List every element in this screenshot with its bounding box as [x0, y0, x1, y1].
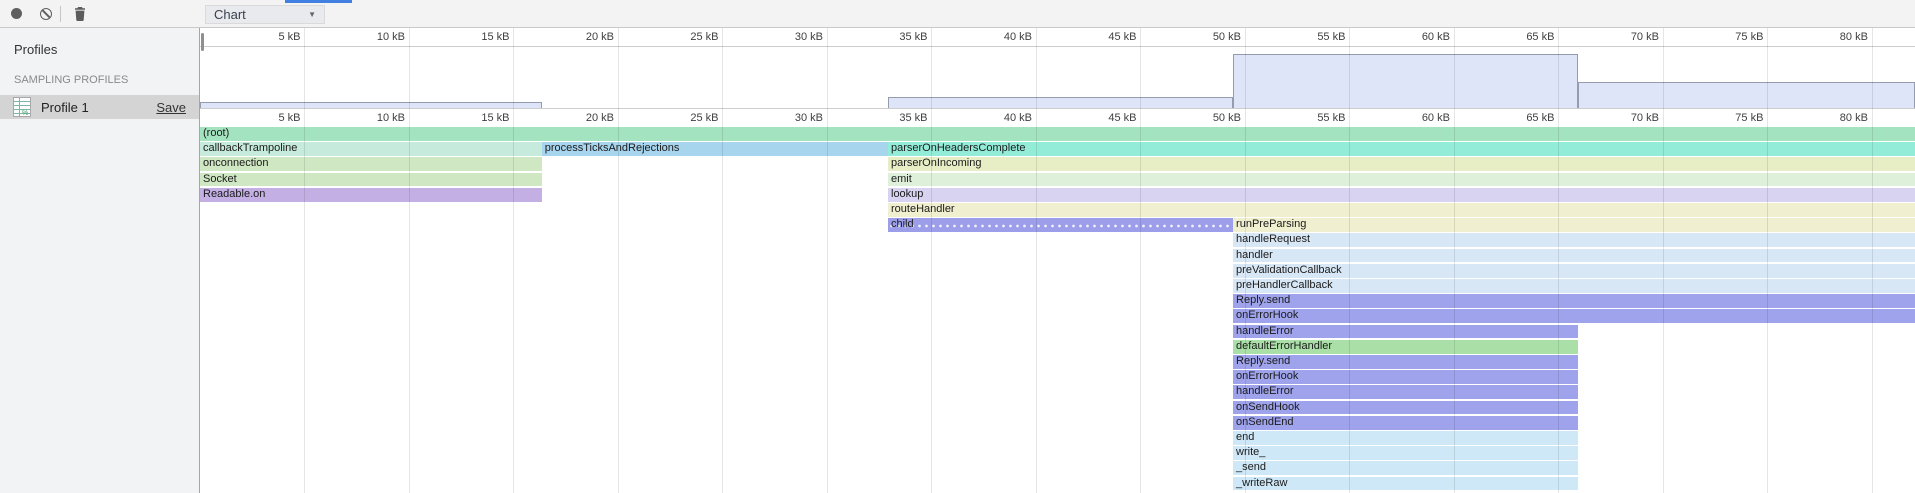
flame-frame[interactable]: parserOnIncoming — [888, 157, 1915, 171]
flame-frame[interactable]: runPreParsing — [1233, 218, 1915, 232]
ruler-tick-label: 50 kB — [1179, 31, 1241, 43]
ruler-tick-label: 70 kB — [1597, 112, 1659, 124]
ruler-tick-label: 45 kB — [1074, 31, 1136, 43]
flame-frame[interactable]: preValidationCallback — [1233, 264, 1915, 278]
ruler-tick-label: 15 kB — [447, 31, 509, 43]
overview-segment[interactable] — [1233, 54, 1578, 108]
flame-frame[interactable]: _writeRaw — [1233, 477, 1578, 491]
profiles-sidebar: Profiles SAMPLING PROFILES % Profile 1 S… — [0, 28, 200, 493]
flame-frame[interactable]: handleError — [1233, 325, 1578, 339]
ruler-tick-label: 40 kB — [970, 31, 1032, 43]
ruler-tick-label: 20 kB — [552, 31, 614, 43]
ruler-tick-label: 65 kB — [1492, 112, 1554, 124]
toolbar: Chart ▼ — [0, 0, 1915, 28]
ruler-tick-label: 70 kB — [1597, 31, 1659, 43]
ruler-tick-label: 30 kB — [761, 112, 823, 124]
flame-frame[interactable]: parserOnHeadersComplete — [888, 142, 1915, 156]
sampling-profiles-section-label: SAMPLING PROFILES — [0, 74, 199, 86]
trash-icon — [74, 7, 86, 21]
flame-frame[interactable]: onErrorHook — [1233, 370, 1578, 384]
flame-frame[interactable]: write_ — [1233, 446, 1578, 460]
ruler-tick-label: 80 kB — [1806, 31, 1868, 43]
bottom-ruler: 5 kB 10 kB 15 kB 20 kB 25 kB 30 kB 35 kB 40 kB 4… — [200, 108, 1915, 127]
sidebar-title: Profiles — [0, 28, 199, 57]
ruler-tick-label: 75 kB — [1701, 112, 1763, 124]
flame-frame[interactable]: child — [888, 218, 1233, 232]
flame-frame[interactable]: Reply.send — [1233, 294, 1915, 308]
flame-frame[interactable]: defaultErrorHandler — [1233, 340, 1578, 354]
ruler-tick-label: 75 kB — [1701, 31, 1763, 43]
flame-frame[interactable]: Socket — [200, 173, 542, 187]
delete-profile-button[interactable] — [68, 0, 92, 27]
top-ruler: 5 kB 10 kB 15 kB 20 kB 25 kB 30 kB 35 kB 40 kB 4… — [200, 28, 1915, 47]
sidebar-item-profile-1[interactable]: % Profile 1 Save — [0, 95, 199, 119]
save-link[interactable]: Save — [156, 100, 186, 115]
tab-accent-line — [285, 0, 352, 3]
chart-view-select[interactable]: Chart ▼ — [205, 5, 325, 24]
flame-frame[interactable]: routeHandler — [888, 203, 1915, 217]
flame-frame[interactable]: preHandlerCallback — [1233, 279, 1915, 293]
ruler-tick-label: 15 kB — [447, 112, 509, 124]
flame-frame[interactable]: onconnection — [200, 157, 542, 171]
ruler-tick-label: 35 kB — [865, 112, 927, 124]
flame-frame[interactable]: _send — [1233, 461, 1578, 475]
ruler-tick-label: 65 kB — [1492, 31, 1554, 43]
flame-frame[interactable]: handler — [1233, 249, 1915, 263]
flame-frame[interactable]: lookup — [888, 188, 1915, 202]
ruler-tick-label: 45 kB — [1074, 112, 1136, 124]
flame-frame[interactable]: onErrorHook — [1233, 309, 1915, 323]
flame-frame[interactable]: Reply.send — [1233, 355, 1578, 369]
ruler-tick-label: 5 kB — [238, 31, 300, 43]
record-icon — [11, 8, 22, 19]
ruler-tick-label: 25 kB — [656, 112, 718, 124]
flame-frame[interactable]: end — [1233, 431, 1578, 445]
memory-overview[interactable] — [200, 47, 1915, 108]
flame-frame[interactable]: handleRequest — [1233, 233, 1915, 247]
flame-frame[interactable]: onSendEnd — [1233, 416, 1578, 430]
svg-text:%: % — [22, 110, 28, 117]
ruler-tick-label: 20 kB — [552, 112, 614, 124]
overview-segment[interactable] — [1578, 82, 1915, 108]
ruler-tick-label: 10 kB — [343, 31, 405, 43]
flame-frame[interactable]: emit — [888, 173, 1915, 187]
flame-frame[interactable]: callbackTrampoline — [200, 142, 542, 156]
clear-button[interactable] — [34, 0, 58, 27]
ruler-tick-label: 35 kB — [865, 31, 927, 43]
flame-frame[interactable]: handleError — [1233, 385, 1578, 399]
ruler-tick-label: 50 kB — [1179, 112, 1241, 124]
profiler-panel: Chart ▼ Profiles SAMPLING PROFILES % Pro… — [0, 0, 1915, 493]
flame-frame[interactable]: (root) — [200, 127, 1915, 141]
chevron-down-icon: ▼ — [308, 10, 316, 19]
ruler-tick-label: 30 kB — [761, 31, 823, 43]
chart-view-select-value: Chart — [214, 7, 246, 22]
toolbar-divider — [60, 6, 61, 22]
flame-frame[interactable]: onSendHook — [1233, 401, 1578, 415]
record-button[interactable] — [4, 0, 28, 27]
ruler-tick-label: 80 kB — [1806, 112, 1868, 124]
ruler-tick-label: 10 kB — [343, 112, 405, 124]
ruler-tick-label: 55 kB — [1283, 31, 1345, 43]
profile-name: Profile 1 — [41, 100, 89, 115]
vertical-scrollbar-thumb[interactable] — [201, 33, 204, 51]
ruler-tick-label: 40 kB — [970, 112, 1032, 124]
profile-document-icon: % — [13, 97, 31, 117]
flame-frame[interactable]: Readable.on — [200, 188, 542, 202]
ruler-tick-label: 55 kB — [1283, 112, 1345, 124]
ruler-tick-label: 60 kB — [1388, 31, 1450, 43]
ruler-tick-label: 5 kB — [238, 112, 300, 124]
ruler-tick-label: 60 kB — [1388, 112, 1450, 124]
ruler-tick-label: 25 kB — [656, 31, 718, 43]
flame-graph: (root)callbackTrampolineprocessTicksAndR… — [200, 127, 1915, 493]
block-icon — [40, 8, 52, 20]
overview-segment[interactable] — [888, 97, 1233, 108]
flame-chart-pane[interactable]: 5 kB 10 kB 15 kB 20 kB 25 kB 30 kB 35 kB 40 kB 4… — [200, 28, 1915, 493]
flame-frame[interactable]: processTicksAndRejections — [542, 142, 888, 156]
